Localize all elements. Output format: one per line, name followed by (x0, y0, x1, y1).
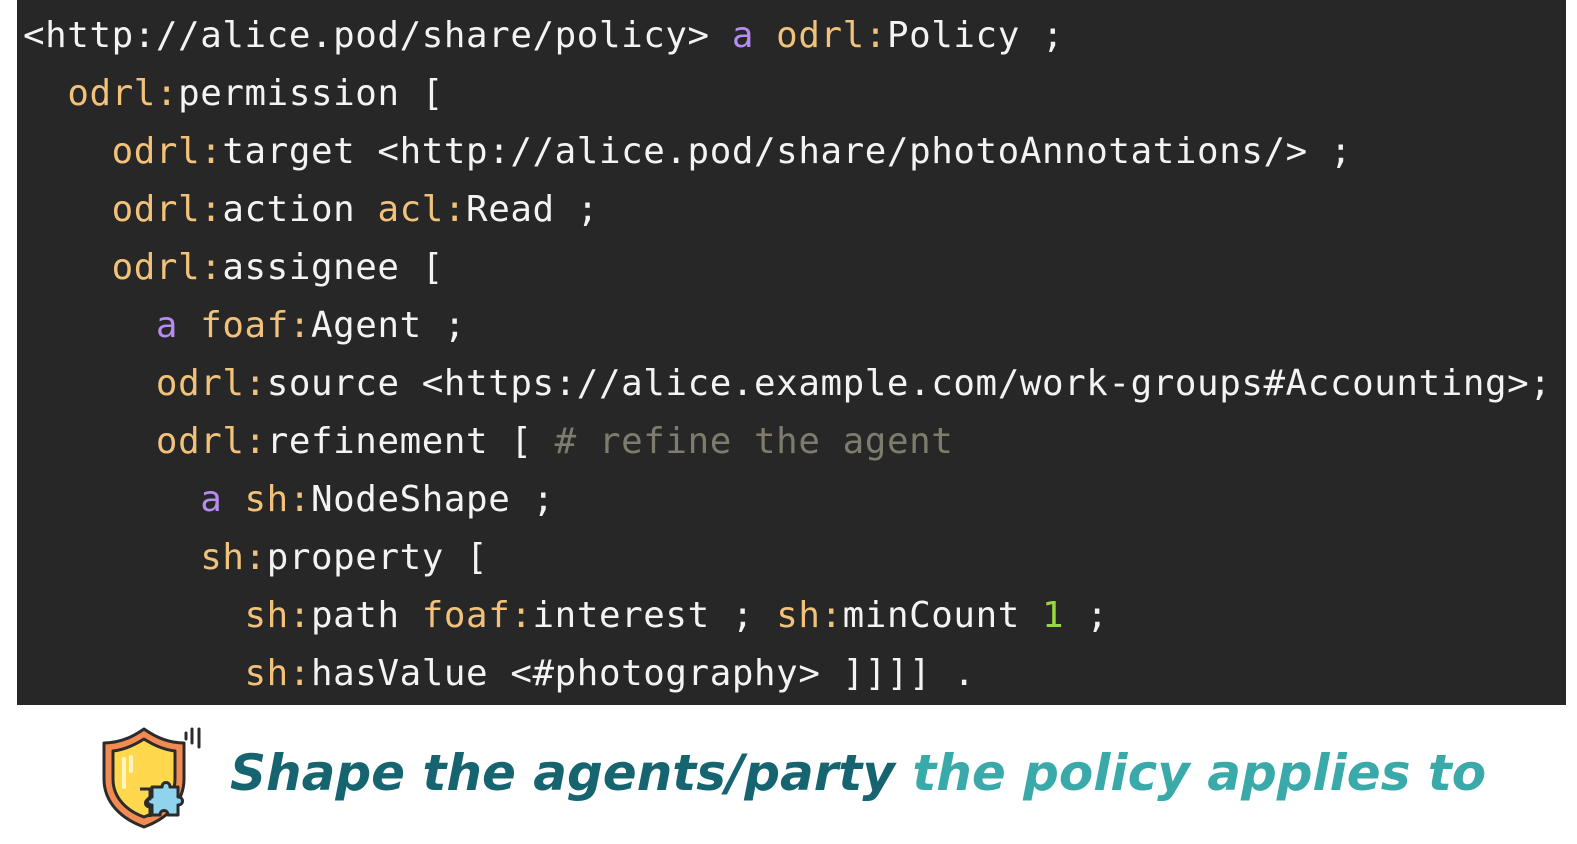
code-token-prefix: odrl: (67, 73, 179, 114)
code-token-prefix: odrl: (776, 15, 887, 56)
code-line: sh:path foaf:interest ; sh:minCount 1 ; (23, 587, 1109, 645)
code-token-text: source <https://alice.example.com/work-g… (266, 363, 1552, 404)
code-line: odrl:assignee [ (23, 239, 444, 297)
code-token-text: interest ; (532, 595, 777, 636)
code-token-text: property [ (266, 537, 489, 578)
caption-strong-text: Shape the agents/party (230, 744, 895, 802)
code-token-text: action (222, 189, 378, 230)
code-token-prefix: odrl: (111, 189, 223, 230)
code-token-text: hasValue <#photography> ]]]] . (310, 653, 976, 694)
code-token-text: Read ; (466, 189, 599, 230)
code-token-text: refinement [ (266, 421, 555, 462)
code-line: <http://alice.pod/share/policy> a odrl:P… (23, 7, 1064, 65)
caption-title: Shape the agents/party the policy applie… (230, 733, 1486, 813)
code-token-keyword: a (731, 15, 755, 56)
shield-puzzle-icon (100, 725, 208, 831)
code-token-text: Policy ; (886, 15, 1065, 56)
code-line: a sh:NodeShape ; (23, 471, 555, 529)
code-token-text: permission [ (178, 73, 444, 114)
code-token-prefix: sh: (244, 595, 311, 636)
code-token-text: NodeShape ; (311, 479, 555, 520)
code-line: odrl:refinement [ # refine the agent (23, 413, 953, 471)
code-token-prefix: sh: (776, 595, 843, 636)
code-line: sh:property [ (23, 529, 488, 587)
caption-bar: Shape the agents/party the policy applie… (0, 705, 1577, 844)
code-token-prefix: sh: (244, 479, 311, 520)
code-token-comment: # refine the agent (554, 421, 954, 462)
code-line: odrl:target <http://alice.pod/share/phot… (23, 123, 1352, 181)
code-token-prefix: sh: (200, 537, 267, 578)
slide: <http://alice.pod/share/policy> a odrl:P… (0, 0, 1577, 844)
code-token-prefix: foaf: (421, 595, 533, 636)
code-token-text: Agent ; (311, 305, 467, 346)
code-token-text: <http://alice.pod/share/policy> (23, 15, 732, 56)
code-line: odrl:permission [ (23, 65, 444, 123)
code-token-number: 1 (1042, 595, 1065, 636)
code-token-text: path (310, 595, 422, 636)
code-block: <http://alice.pod/share/policy> a odrl:P… (17, 0, 1566, 705)
code-token-keyword: a (155, 305, 179, 346)
code-token-text: assignee [ (222, 247, 444, 288)
code-line: odrl:source <https://alice.example.com/w… (23, 355, 1551, 413)
code-token-prefix: odrl: (155, 421, 267, 462)
code-line: a foaf:Agent ; (23, 297, 466, 355)
code-token-prefix: odrl: (155, 363, 267, 404)
caption-light-text: the policy applies to (894, 744, 1487, 802)
code-line: sh:hasValue <#photography> ]]]] . (23, 645, 976, 703)
code-token-text: ; (1064, 595, 1109, 636)
code-token-keyword: a (200, 479, 223, 520)
code-token-text: minCount (842, 595, 1043, 636)
code-token-prefix: odrl: (111, 131, 223, 172)
code-token-prefix: acl: (377, 189, 467, 230)
code-token-prefix: sh: (244, 653, 311, 694)
code-token-prefix: odrl: (111, 247, 223, 288)
code-token-prefix: foaf: (200, 305, 311, 346)
code-token-text: target <http://alice.pod/share/photoAnno… (222, 131, 1353, 172)
code-line: odrl:action acl:Read ; (23, 181, 599, 239)
